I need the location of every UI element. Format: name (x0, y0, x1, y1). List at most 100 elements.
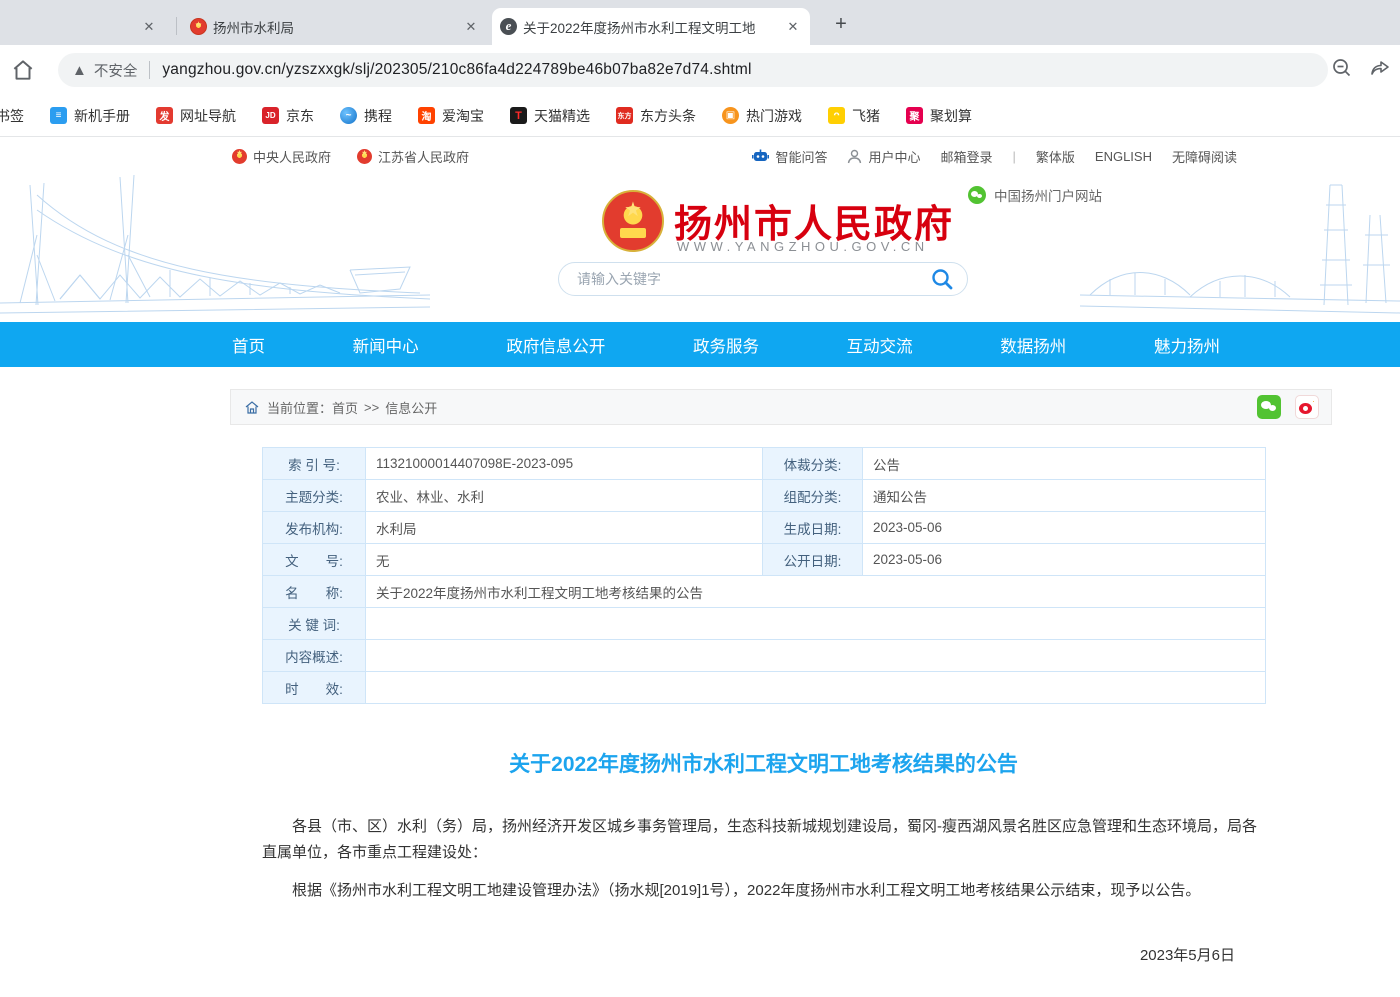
breadcrumb: 当前位置： 首页 >> 信息公开 (230, 389, 1332, 425)
bookmark-eastday[interactable]: 东方 东方头条 (616, 106, 696, 126)
security-label[interactable]: 不安全 (94, 60, 138, 81)
eastday-icon: 东方 (616, 107, 633, 124)
url-text[interactable]: yangzhou.gov.cn/yzszxxgk/slj/202305/210c… (162, 61, 751, 79)
article-date: 2023年5月6日 (262, 944, 1265, 965)
nav-charm-yangzhou[interactable]: 魅力扬州 (1154, 333, 1220, 357)
bookmark-ctrip[interactable]: ~ 携程 (340, 106, 392, 126)
gov-emblem-favicon (190, 18, 207, 35)
juhuasuan-icon: 聚 (906, 107, 923, 124)
site-header: 扬州市人民政府 WWW.YANGZHOU.GOV.CN 中国扬州门户网站 (0, 175, 1400, 322)
link-traditional-chinese[interactable]: 繁体版 (1036, 147, 1075, 166)
bookmark-url-navigation[interactable]: 发 网址导航 (156, 106, 236, 126)
content-container: 当前位置： 首页 >> 信息公开 索 引 号: 1132100001440709… (230, 389, 1332, 997)
label-keywords: 关 键 词: (263, 608, 366, 640)
address-bar[interactable]: ▲ 不安全 yangzhou.gov.cn/yzszxxgk/slj/20230… (58, 53, 1328, 87)
tab-title: 关于2022年度扬州市水利工程文明工地 (523, 17, 778, 37)
weibo-share-icon[interactable] (1295, 395, 1319, 419)
jd-icon: JD (262, 107, 279, 124)
bridge-sketch-left (0, 175, 430, 322)
link-user-center[interactable]: 用户中心 (847, 147, 920, 166)
user-icon (847, 149, 862, 164)
not-secure-warning-icon[interactable]: ▲ (72, 62, 87, 79)
label-group-category: 组配分类: (763, 480, 863, 512)
bookmark-fliggy[interactable]: ᴖ 飞猪 (828, 106, 880, 126)
value-topic-category: 农业、林业、水利 (366, 480, 763, 512)
tab-title: 扬州市水利局 (213, 17, 456, 37)
wechat-share-icon[interactable] (1257, 395, 1281, 419)
link-central-government[interactable]: 中央人民政府 (232, 147, 331, 166)
value-genre-category: 公告 (863, 448, 1266, 480)
bookmark-phone-bookmarks[interactable]: 机书签 (0, 106, 24, 126)
breadcrumb-home-link[interactable]: 首页 (332, 398, 358, 417)
label-content-summary: 内容概述: (263, 640, 366, 672)
fliggy-pig-icon: ᴖ (828, 107, 845, 124)
nav-gov-services[interactable]: 政务服务 (693, 333, 759, 357)
value-content-summary (366, 640, 1266, 672)
site-url: WWW.YANGZHOU.GOV.CN (677, 239, 929, 254)
nav-data-yangzhou[interactable]: 数据扬州 (1000, 333, 1066, 357)
link-smart-qa[interactable]: 智能问答 (752, 147, 827, 166)
national-emblem-logo (602, 190, 664, 252)
nav-site-icon: 发 (156, 107, 173, 124)
search-input[interactable] (577, 271, 929, 287)
close-icon[interactable]: ✕ (784, 18, 802, 36)
value-creation-date: 2023-05-06 (863, 512, 1266, 544)
home-icon[interactable] (10, 57, 36, 83)
browser-toolbar: ▲ 不安全 yangzhou.gov.cn/yzszxxgk/slj/20230… (0, 45, 1400, 95)
bookmarks-bar: 机书签 ≡ 新机手册 发 网址导航 JD 京东 ~ 携程 淘 爱淘宝 T 天猫精… (0, 95, 1400, 137)
bookmark-tmall[interactable]: T 天猫精选 (510, 106, 590, 126)
tab-yangzhou-water-bureau[interactable]: 扬州市水利局 ✕ (182, 8, 488, 45)
bookmark-juhuasuan[interactable]: 聚 聚划算 (906, 106, 972, 126)
nav-gov-info-disclosure[interactable]: 政府信息公开 (506, 333, 605, 357)
portal-label-group: 中国扬州门户网站 (968, 185, 1102, 205)
article-paragraph: 各县（市、区）水利（务）局，扬州经济开发区城乡事务管理局，生态科技新城规划建设局… (262, 814, 1265, 866)
taobao-icon: 淘 (418, 107, 435, 124)
bookmark-hot-games[interactable]: ▣ 热门游戏 (722, 106, 802, 126)
link-english[interactable]: ENGLISH (1095, 149, 1152, 164)
site-search-box[interactable] (558, 262, 968, 296)
value-document-number: 无 (366, 544, 763, 576)
tab-active-announcement[interactable]: 关于2022年度扬州市水利工程文明工地 ✕ (492, 8, 810, 45)
label-validity: 时 效: (263, 672, 366, 704)
close-icon[interactable]: ✕ (140, 18, 158, 36)
bookmark-new-device-manual[interactable]: ≡ 新机手册 (50, 106, 130, 126)
link-accessibility[interactable]: 无障碍阅读 (1172, 147, 1237, 166)
table-row: 关 键 词: (263, 608, 1266, 640)
new-tab-button[interactable]: + (828, 12, 854, 38)
breadcrumb-current-link[interactable]: 信息公开 (385, 398, 437, 417)
label-issuing-agency: 发布机构: (263, 512, 366, 544)
close-icon[interactable]: ✕ (462, 18, 480, 36)
link-jiangsu-government[interactable]: 江苏省人民政府 (357, 147, 469, 166)
site-utility-bar: 中央人民政府 江苏省人民政府 智能问答 用户中心 邮箱登录 | 繁体版 ENGL… (0, 137, 1400, 175)
divider: | (1013, 149, 1016, 164)
nav-home[interactable]: 首页 (232, 333, 265, 357)
table-row: 内容概述: (263, 640, 1266, 672)
table-row: 名 称: 关于2022年度扬州市水利工程文明工地考核结果的公告 (263, 576, 1266, 608)
omnibox-divider (149, 61, 150, 79)
share-icon[interactable] (1368, 56, 1392, 80)
zoom-out-icon[interactable] (1330, 56, 1354, 80)
label-genre-category: 体裁分类: (763, 448, 863, 480)
table-row: 索 引 号: 11321000014407098E-2023-095 体裁分类:… (263, 448, 1266, 480)
nav-news-center[interactable]: 新闻中心 (353, 333, 419, 357)
portal-label: 中国扬州门户网站 (994, 185, 1102, 205)
link-mail-login[interactable]: 邮箱登录 (940, 147, 992, 166)
value-validity (366, 672, 1266, 704)
gov-emblem-icon (357, 149, 372, 164)
games-icon: ▣ (722, 107, 739, 124)
article-paragraph: 根据《扬州市水利工程文明工地建设管理办法》（扬水规[2019]1号），2022年… (262, 878, 1265, 904)
article-body: 关于2022年度扬州市水利工程文明工地考核结果的公告 各县（市、区）水利（务）局… (262, 748, 1265, 997)
nav-interaction[interactable]: 互动交流 (847, 333, 913, 357)
value-keywords (366, 608, 1266, 640)
bookmark-aitaobao[interactable]: 淘 爱淘宝 (418, 106, 484, 126)
table-row: 文 号: 无 公开日期: 2023-05-06 (263, 544, 1266, 576)
table-row: 发布机构: 水利局 生成日期: 2023-05-06 (263, 512, 1266, 544)
label-creation-date: 生成日期: (763, 512, 863, 544)
label-index-number: 索 引 号: (263, 448, 366, 480)
tab-partial[interactable]: ✕ (140, 8, 180, 45)
bookmark-jd[interactable]: JD 京东 (262, 106, 314, 126)
search-icon[interactable] (929, 266, 955, 292)
label-publish-date: 公开日期: (763, 544, 863, 576)
label-document-number: 文 号: (263, 544, 366, 576)
wechat-portal-icon (968, 186, 986, 204)
